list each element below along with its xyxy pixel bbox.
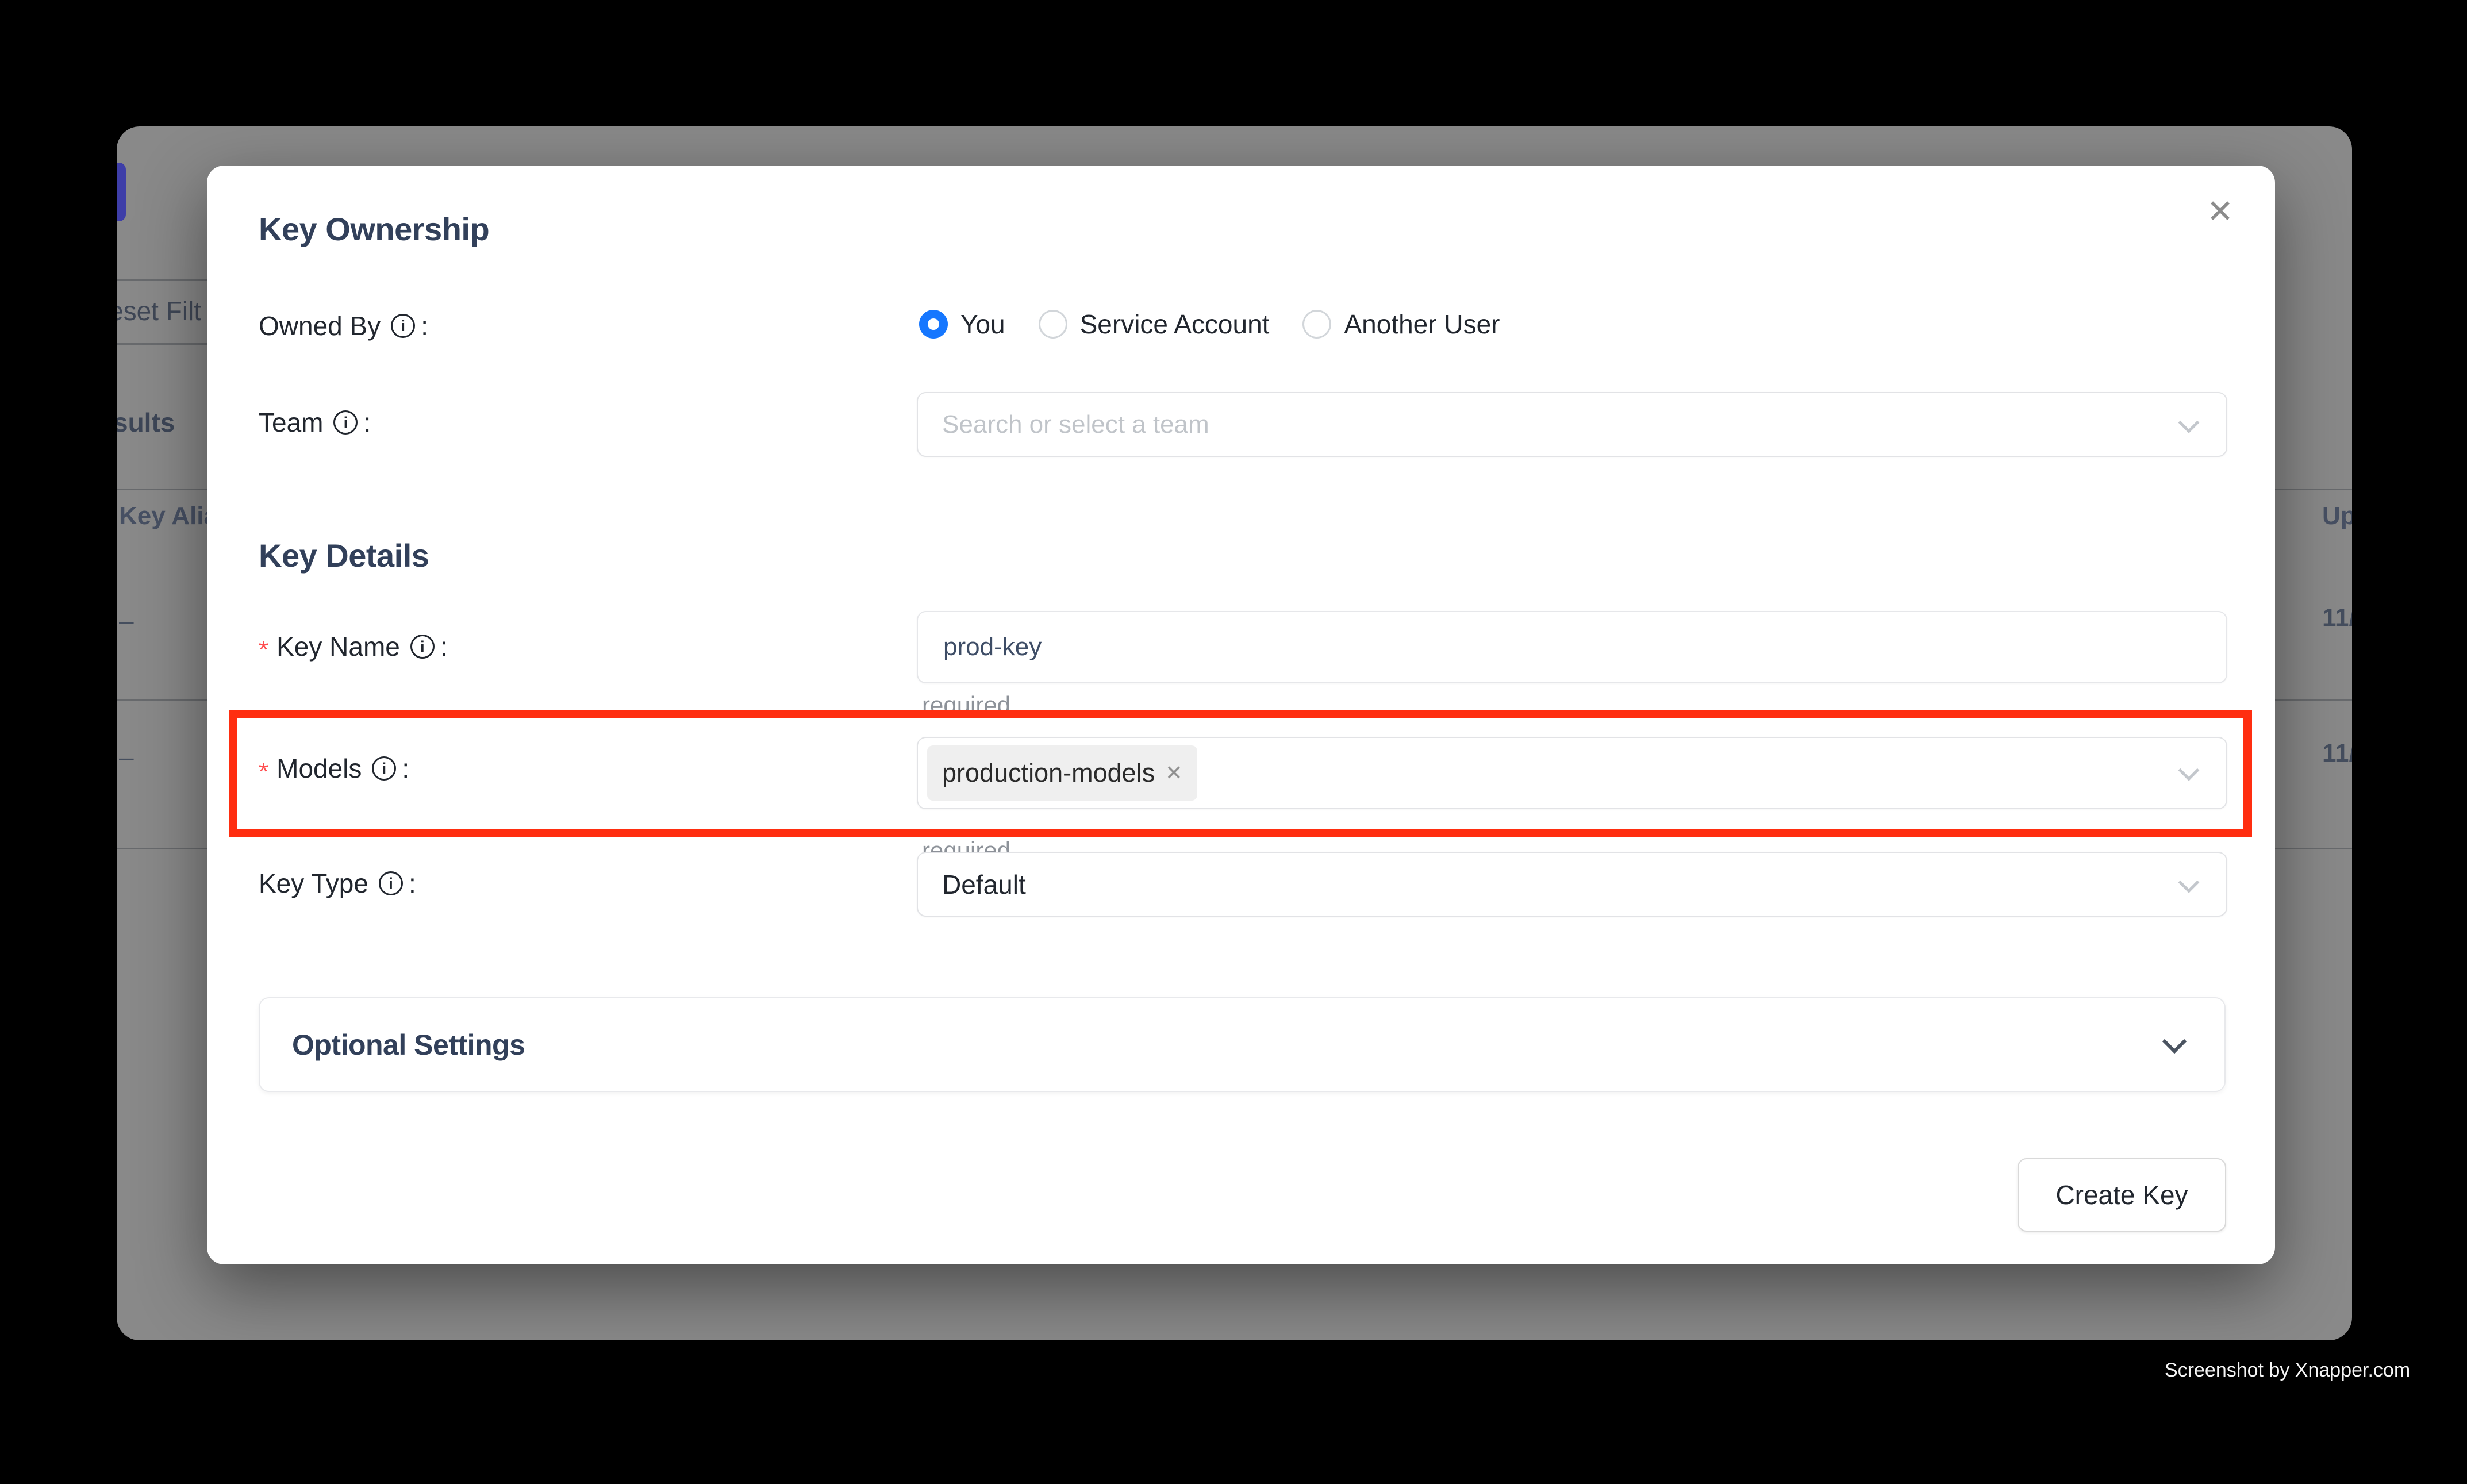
screenshot-canvas: eset Filt sults Key Alia Up – 11/ – 11/ …: [0, 0, 2467, 1484]
chevron-down-icon: [2178, 760, 2200, 781]
radio-option-label: Service Account: [1080, 309, 1270, 340]
key-name-value: prod-key: [918, 633, 1042, 662]
chevron-down-icon: [2178, 872, 2200, 893]
table-row-updated-cell: 11/: [2322, 603, 2352, 632]
table-row: –: [119, 605, 134, 636]
tag-remove-icon[interactable]: ✕: [1165, 761, 1182, 785]
owned-by-radio-group: You Service Account Another User: [919, 306, 1500, 343]
label-colon: :: [440, 631, 448, 662]
create-key-modal: ✕ Key Ownership Owned By i : You Service…: [207, 166, 2275, 1264]
chevron-down-icon: [2162, 1029, 2187, 1053]
models-label-text: Models: [276, 753, 362, 784]
create-key-button[interactable]: Create Key: [2018, 1158, 2226, 1232]
info-icon[interactable]: i: [333, 410, 358, 435]
required-asterisk: *: [259, 637, 268, 663]
label-colon: :: [402, 753, 409, 784]
models-select[interactable]: production-models ✕: [917, 737, 2227, 809]
selected-model-tag-label: production-models: [942, 758, 1155, 788]
key-name-label-text: Key Name: [276, 631, 400, 662]
key-name-input[interactable]: prod-key: [917, 611, 2227, 683]
required-asterisk: *: [259, 759, 268, 785]
label-colon: :: [421, 310, 428, 341]
column-header-updated: Up: [2322, 502, 2352, 530]
models-label: * Models i :: [259, 753, 409, 784]
optional-settings-title: Optional Settings: [292, 1028, 525, 1062]
radio-unselected-icon: [1302, 310, 1331, 339]
close-icon[interactable]: ✕: [2207, 195, 2234, 228]
column-header-key-alias: Key Alia: [119, 502, 218, 530]
chevron-down-icon: [2178, 412, 2200, 433]
radio-option-service-account[interactable]: Service Account: [1039, 309, 1270, 340]
create-new-key-button-fragment: [117, 163, 126, 221]
key-name-label: * Key Name i :: [259, 631, 448, 662]
optional-settings-panel[interactable]: Optional Settings: [259, 997, 2226, 1092]
selected-model-tag: production-models ✕: [927, 745, 1197, 801]
info-icon[interactable]: i: [391, 314, 415, 338]
radio-option-another-user[interactable]: Another User: [1302, 309, 1500, 340]
info-icon[interactable]: i: [410, 635, 435, 659]
radio-option-label: You: [960, 309, 1005, 340]
owned-by-label-text: Owned By: [259, 310, 381, 341]
modal-title: Key Ownership: [259, 210, 489, 248]
radio-option-label: Another User: [1344, 309, 1500, 340]
radio-unselected-icon: [1039, 310, 1067, 339]
info-icon[interactable]: i: [379, 871, 403, 895]
key-name-validation-message: required: [922, 691, 1010, 719]
watermark-text: Screenshot by Xnapper.com: [2165, 1359, 2410, 1382]
key-type-select[interactable]: Default: [917, 852, 2227, 917]
table-row-updated-cell: 11/: [2322, 739, 2352, 768]
key-type-value: Default: [918, 869, 1026, 900]
results-count-fragment: sults: [117, 407, 175, 438]
radio-selected-icon: [919, 310, 948, 339]
label-colon: :: [363, 407, 371, 438]
team-label-text: Team: [259, 407, 323, 438]
key-type-label-text: Key Type: [259, 868, 368, 899]
owned-by-label: Owned By i :: [259, 310, 428, 341]
info-icon[interactable]: i: [372, 756, 396, 781]
table-row: –: [119, 741, 134, 772]
radio-option-you[interactable]: You: [919, 309, 1005, 340]
key-details-heading: Key Details: [259, 537, 429, 574]
team-select[interactable]: Search or select a team: [917, 392, 2227, 457]
key-type-label: Key Type i :: [259, 868, 416, 899]
label-colon: :: [409, 868, 416, 899]
reset-filters-button-fragment: eset Filt: [117, 295, 201, 326]
team-label: Team i :: [259, 407, 371, 438]
team-select-placeholder: Search or select a team: [918, 410, 1209, 439]
